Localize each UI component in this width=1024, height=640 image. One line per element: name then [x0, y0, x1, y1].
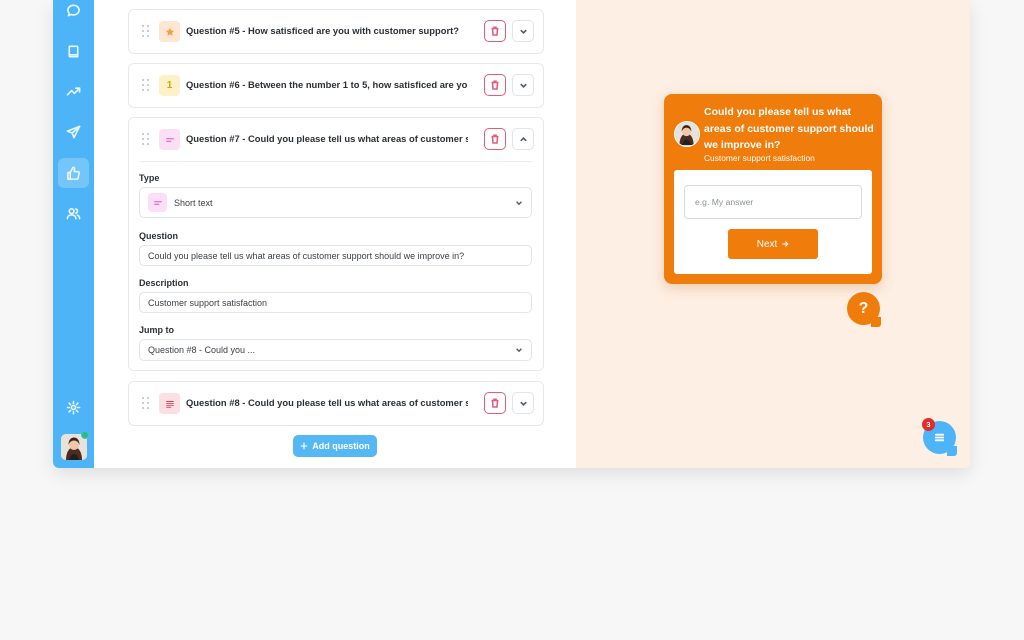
survey-widget: Could you please tell us what areas of c…	[664, 94, 882, 284]
description-input[interactable]: Customer support satisfaction	[139, 292, 532, 313]
sidebar	[53, 0, 94, 468]
users-icon[interactable]	[58, 198, 89, 228]
chevron-down-icon	[515, 199, 523, 207]
trash-icon	[491, 398, 499, 408]
question-label: Question	[139, 231, 179, 241]
question-title: Question #8 - Could you please tell us w…	[186, 397, 468, 408]
question-header[interactable]: Question #7 - Could you please tell us w…	[129, 118, 543, 161]
chat-icon[interactable]	[58, 0, 89, 25]
question-settings: Type Short text Question Could you pleas…	[139, 161, 533, 370]
widget-answer-panel: e.g. My answer Next	[674, 170, 872, 274]
widget-question-title: Could you please tell us what areas of c…	[704, 106, 874, 151]
question-title: Question #5 - How satisficed are you wit…	[186, 25, 459, 36]
plus-icon	[301, 442, 308, 450]
number-icon: 1	[159, 75, 180, 96]
survey-preview: Could you please tell us what areas of c…	[576, 0, 970, 468]
trending-up-icon[interactable]	[58, 76, 89, 106]
type-select[interactable]: Short text	[139, 187, 532, 218]
star-icon	[159, 21, 180, 42]
survey-editor: Question #5 - How satisficed are you wit…	[94, 0, 576, 468]
expand-question-button[interactable]	[512, 74, 534, 96]
drag-handle-icon[interactable]	[142, 133, 150, 145]
trash-icon	[491, 80, 499, 90]
question-card[interactable]: Question #8 - Could you please tell us w…	[128, 381, 544, 426]
drag-handle-icon[interactable]	[142, 79, 150, 91]
question-card-expanded[interactable]: Question #7 - Could you please tell us w…	[128, 117, 544, 371]
question-header[interactable]: 1 Question #6 - Between the number 1 to …	[129, 64, 543, 107]
delete-question-button[interactable]	[484, 392, 506, 414]
add-question-label: Add question	[312, 441, 370, 451]
app-window: Question #5 - How satisficed are you wit…	[53, 0, 970, 468]
chevron-down-icon	[519, 83, 527, 88]
question-text-input[interactable]: Could you please tell us what areas of c…	[139, 245, 532, 266]
jump-to-value: Question #8 - Could you ...	[148, 345, 256, 355]
widget-description: Customer support satisfaction	[704, 153, 815, 163]
collapse-question-button[interactable]	[512, 128, 534, 150]
trash-icon	[491, 26, 499, 36]
drag-handle-icon[interactable]	[142, 397, 150, 409]
settings-gear-icon[interactable]	[58, 392, 89, 422]
send-icon[interactable]	[58, 117, 89, 147]
drag-handle-icon[interactable]	[142, 25, 150, 37]
question-title: Question #7 - Could you please tell us w…	[186, 133, 468, 144]
type-value: Short text	[174, 197, 213, 208]
online-status-dot	[81, 431, 89, 439]
book-icon[interactable]	[58, 36, 89, 66]
question-header[interactable]: Question #5 - How satisficed are you wit…	[129, 10, 543, 53]
short-text-icon	[159, 129, 180, 150]
arrow-right-icon	[782, 241, 789, 247]
menu-lines-icon	[934, 433, 945, 442]
type-label: Type	[139, 173, 160, 183]
chevron-down-icon	[519, 29, 527, 34]
jump-to-label: Jump to	[139, 325, 174, 335]
help-bubble-button[interactable]: ?	[847, 292, 880, 325]
delete-question-button[interactable]	[484, 74, 506, 96]
question-title: Question #6 - Between the number 1 to 5,…	[186, 79, 468, 90]
long-text-icon	[159, 393, 180, 414]
jump-to-select[interactable]: Question #8 - Could you ...	[139, 339, 532, 361]
chevron-down-icon	[519, 401, 527, 406]
question-header[interactable]: Question #8 - Could you please tell us w…	[129, 382, 543, 425]
delete-question-button[interactable]	[484, 128, 506, 150]
chevron-down-icon	[515, 346, 523, 354]
delete-question-button[interactable]	[484, 20, 506, 42]
next-label: Next	[756, 238, 778, 250]
short-text-icon	[148, 193, 167, 212]
question-mark-icon: ?	[858, 299, 869, 317]
agent-avatar	[674, 121, 700, 147]
answer-input[interactable]: e.g. My answer	[684, 185, 862, 219]
notification-badge: 3	[922, 418, 935, 431]
chevron-up-icon	[519, 136, 527, 141]
description-label: Description	[139, 278, 189, 288]
next-button[interactable]: Next	[728, 229, 818, 259]
question-card[interactable]: 1 Question #6 - Between the number 1 to …	[128, 63, 544, 108]
question-card[interactable]: Question #5 - How satisficed are you wit…	[128, 9, 544, 54]
thumbs-up-icon[interactable]	[58, 158, 89, 188]
add-question-button[interactable]: Add question	[293, 435, 377, 457]
expand-question-button[interactable]	[512, 392, 534, 414]
trash-icon	[491, 134, 499, 144]
expand-question-button[interactable]	[512, 20, 534, 42]
